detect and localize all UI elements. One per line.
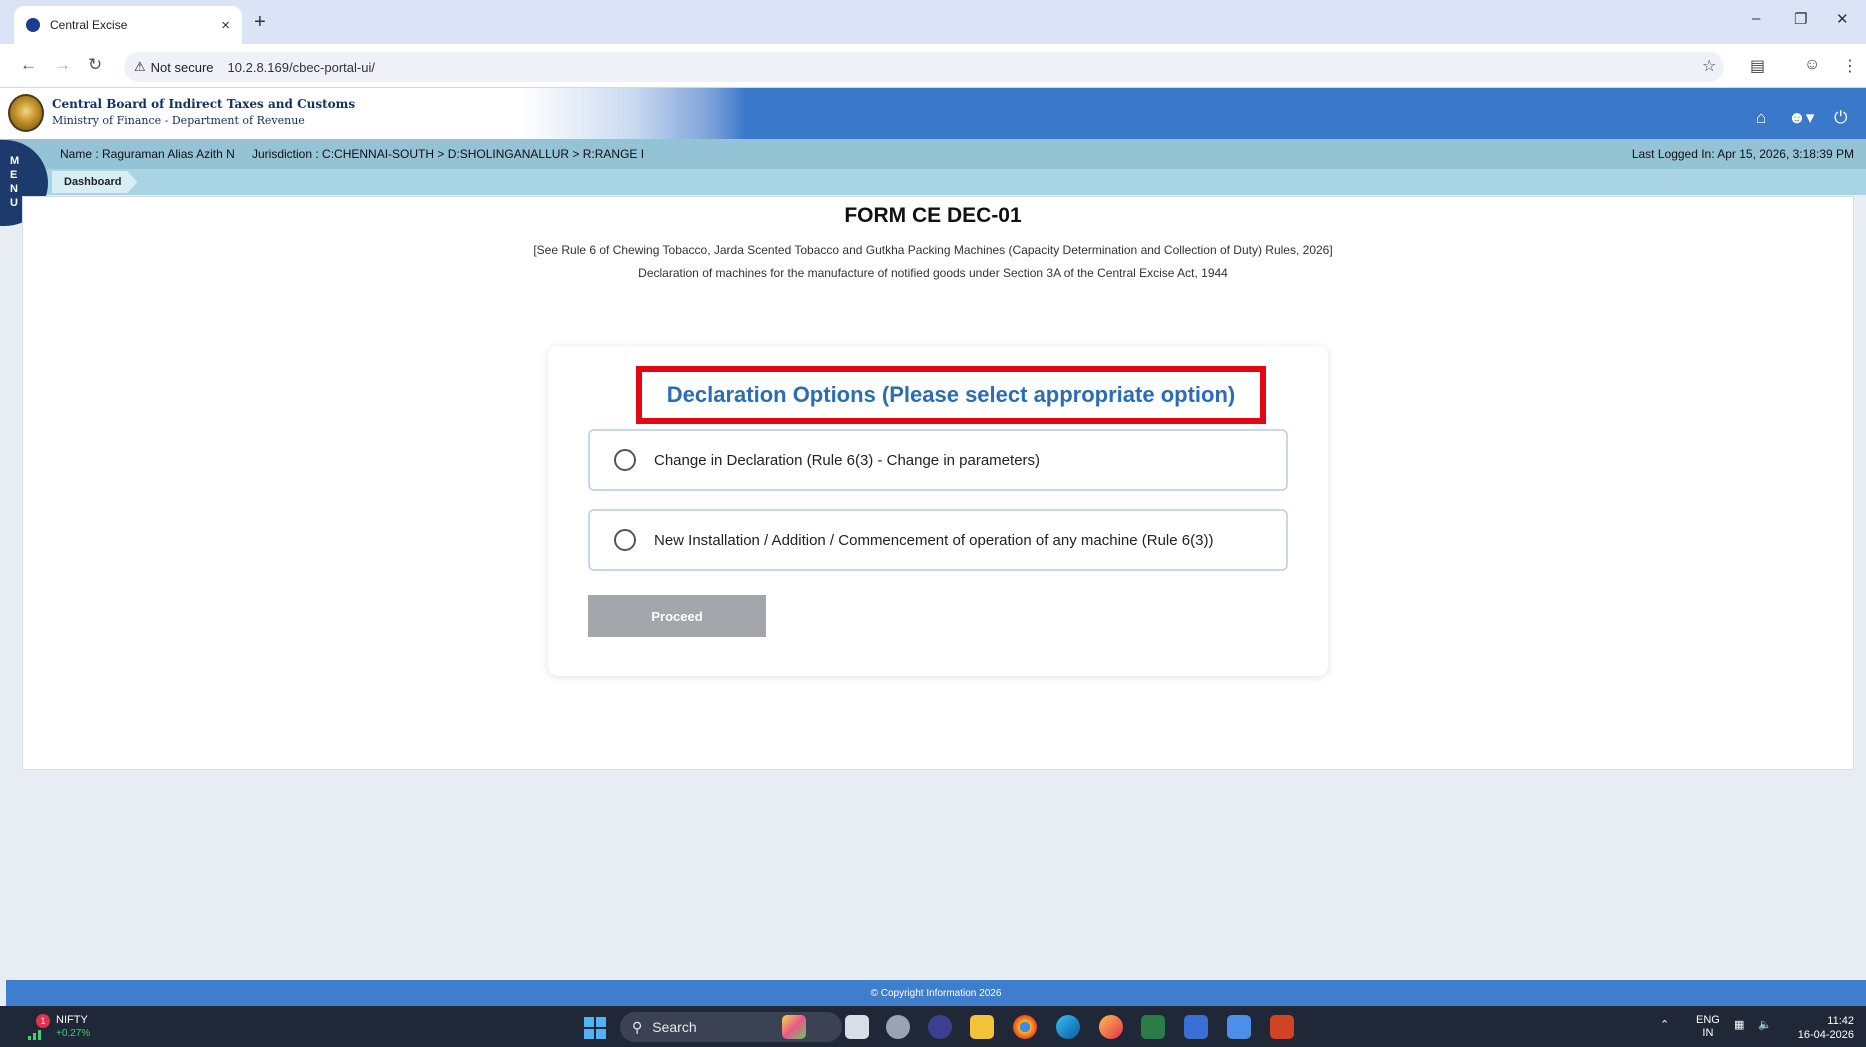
nifty-label: NIFTY xyxy=(56,1014,88,1026)
security-indicator[interactable]: ⚠ Not secure xyxy=(134,59,214,75)
footer-bar: © Copyright Information 2026 xyxy=(6,980,1866,1006)
option-label: Change in Declaration (Rule 6(3) - Chang… xyxy=(654,451,1041,469)
form-description: Declaration of machines for the manufact… xyxy=(638,266,1228,280)
powerpoint-icon[interactable] xyxy=(1270,1015,1294,1039)
profile-icon[interactable]: ☺ xyxy=(1804,56,1820,74)
browser-tab-bar: Central Excise × + – ❐ ✕ xyxy=(0,0,1866,44)
settings-gear-icon[interactable] xyxy=(886,1015,910,1039)
notepad-icon[interactable] xyxy=(1184,1015,1208,1039)
options-heading-highlight: Declaration Options (Please select appro… xyxy=(636,366,1266,424)
options-heading: Declaration Options (Please select appro… xyxy=(666,382,1236,407)
tab-close-button[interactable]: × xyxy=(221,17,230,34)
chat-app-icon[interactable] xyxy=(1227,1015,1251,1039)
address-bar-row: ← → ↻ ⚠ Not secure 10.2.8.169/cbec-porta… xyxy=(0,44,1866,88)
app-header: Central Board of Indirect Taxes and Cust… xyxy=(0,88,1866,139)
home-icon[interactable]: ⌂ xyxy=(1756,108,1766,128)
clock-date: 16-04-2026 xyxy=(1797,1029,1854,1041)
menu-letter: N xyxy=(10,183,18,195)
url-text[interactable]: 10.2.8.169/cbec-portal-ui/ xyxy=(228,60,375,75)
window-close-icon[interactable]: ✕ xyxy=(1836,10,1849,28)
stock-chart-icon xyxy=(28,1030,41,1040)
site-favicon-icon xyxy=(26,18,40,32)
browser-menu-icon[interactable]: ⋮ xyxy=(1842,56,1858,76)
back-icon[interactable]: ← xyxy=(20,55,37,75)
option-change-in-declaration[interactable]: Change in Declaration (Rule 6(3) - Chang… xyxy=(588,429,1288,491)
user-jurisdiction: Jurisdiction : C:CHENNAI-SOUTH > D:SHOLI… xyxy=(252,147,645,161)
org-subtitle: Ministry of Finance - Department of Reve… xyxy=(52,114,305,127)
network-icon[interactable]: ▦ xyxy=(1734,1018,1744,1031)
reading-mode-icon[interactable]: ▤ xyxy=(1750,56,1765,76)
task-view-icon[interactable] xyxy=(845,1015,869,1039)
bookmark-star-icon[interactable]: ☆ xyxy=(1702,56,1716,76)
user-menu-icon[interactable]: ☻▾ xyxy=(1788,108,1814,128)
lang-label: ENG xyxy=(1696,1014,1720,1026)
form-rule-reference: [See Rule 6 of Chewing Tobacco, Jarda Sc… xyxy=(533,243,1333,257)
radio-button[interactable] xyxy=(614,449,636,471)
volume-icon[interactable]: 🔈 xyxy=(1758,1018,1772,1031)
user-name: Name : Raguraman Alias Azith N xyxy=(60,147,235,161)
chrome-icon[interactable] xyxy=(1013,1015,1037,1039)
org-title: Central Board of Indirect Taxes and Cust… xyxy=(52,97,356,111)
copyright-text: © Copyright Information 2026 xyxy=(870,987,1002,999)
minimize-icon[interactable]: – xyxy=(1752,10,1760,27)
new-tab-button[interactable]: + xyxy=(254,11,266,34)
tab-title: Central Excise xyxy=(50,18,128,32)
search-icon: ⚲ xyxy=(632,1018,643,1035)
option-label: New Installation / Addition / Commenceme… xyxy=(654,531,1214,549)
nifty-change: +0.27% xyxy=(56,1028,91,1039)
menu-letter: E xyxy=(10,169,18,181)
security-label: Not secure xyxy=(150,59,214,75)
breadcrumb: Dashboard xyxy=(0,169,1866,195)
option-new-installation[interactable]: New Installation / Addition / Commenceme… xyxy=(588,509,1288,571)
radio-button[interactable] xyxy=(614,529,636,551)
region-label: IN xyxy=(1702,1027,1714,1039)
eclipse-app-icon[interactable] xyxy=(928,1015,952,1039)
nifty-notification-badge: 1 xyxy=(36,1014,50,1028)
language-indicator[interactable]: ENG IN xyxy=(1696,1014,1720,1040)
firefox-icon[interactable] xyxy=(1099,1015,1123,1039)
menu-letter: M xyxy=(10,155,20,167)
taskbar-search[interactable]: ⚲ Search xyxy=(620,1012,842,1042)
clock-time: 11:42 xyxy=(1827,1015,1854,1027)
forward-icon[interactable]: → xyxy=(54,55,71,75)
browser-tab[interactable]: Central Excise × xyxy=(14,6,242,44)
restore-icon[interactable]: ❐ xyxy=(1794,10,1807,28)
cbic-emblem-logo xyxy=(8,94,44,132)
search-label: Search xyxy=(652,1019,697,1035)
warning-icon: ⚠ xyxy=(134,59,146,74)
last-logged-in: Last Logged In: Apr 15, 2026, 3:18:39 PM xyxy=(1631,147,1854,161)
media-app-icon[interactable] xyxy=(1141,1015,1165,1039)
url-omnibox[interactable]: ⚠ Not secure 10.2.8.169/cbec-portal-ui/ xyxy=(124,52,1724,82)
proceed-button[interactable]: Proceed xyxy=(588,595,766,637)
user-info-bar: Name : Raguraman Alias Azith N Jurisdict… xyxy=(0,139,1866,169)
reload-icon[interactable]: ↻ xyxy=(88,55,102,75)
taskbar-clock[interactable]: 11:42 16-04-2026 xyxy=(1798,1014,1854,1042)
os-taskbar: 1 NIFTY +0.27% ⚲ Search ⌃ ENG IN ▦ 🔈 11:… xyxy=(0,1006,1866,1047)
breadcrumb-dashboard[interactable]: Dashboard xyxy=(52,171,138,193)
tray-chevron-icon[interactable]: ⌃ xyxy=(1660,1018,1669,1031)
form-title: FORM CE DEC-01 xyxy=(844,204,1022,227)
logout-power-icon[interactable]: ⏻ xyxy=(1834,108,1847,128)
file-explorer-icon[interactable] xyxy=(970,1015,994,1039)
edge-icon[interactable] xyxy=(1056,1015,1080,1039)
flowers-widget-icon[interactable] xyxy=(782,1015,806,1039)
windows-start-icon[interactable] xyxy=(584,1017,606,1039)
nifty-widget[interactable]: NIFTY +0.27% xyxy=(56,1014,90,1040)
